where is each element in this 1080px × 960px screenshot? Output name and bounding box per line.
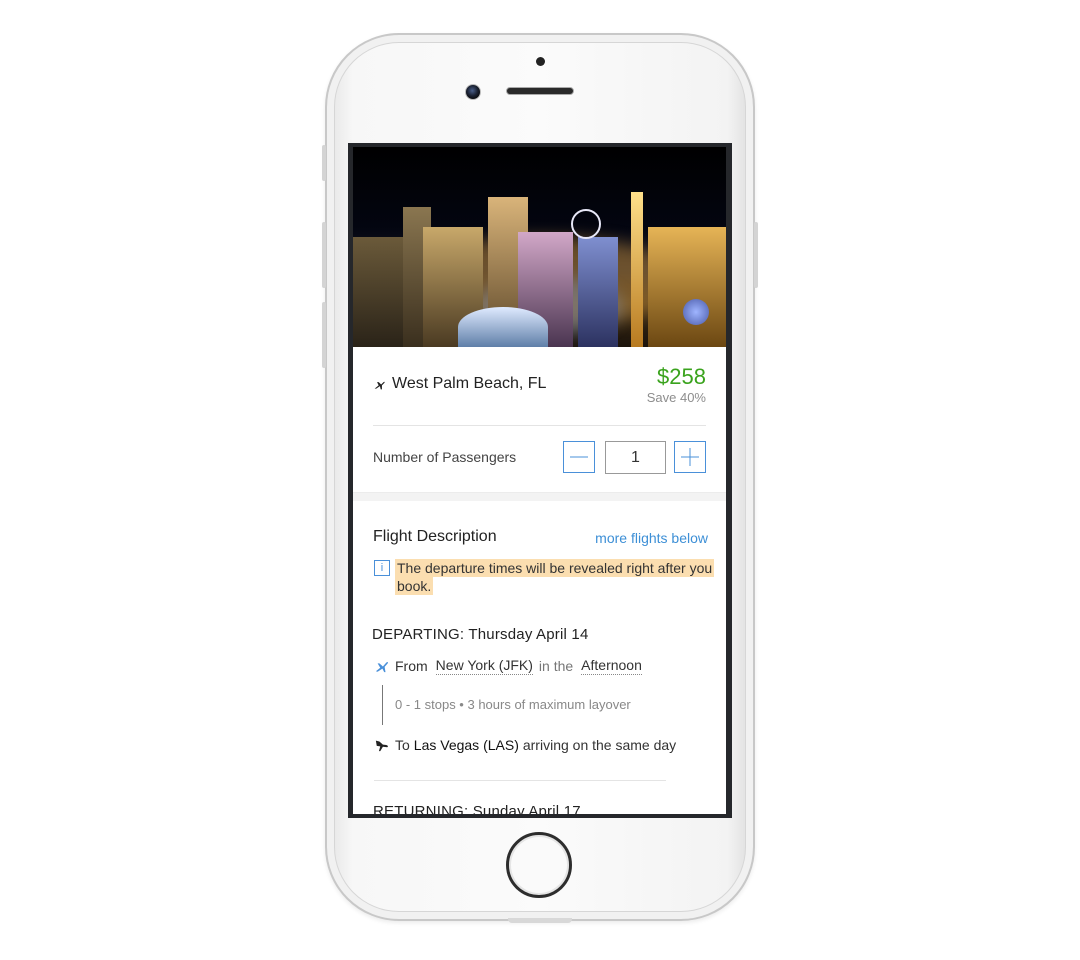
info-icon: i [374,560,390,576]
price-amount: $258 [657,364,706,389]
ferris-wheel [571,209,601,239]
destination-name: West Palm Beach, FL [392,375,547,392]
origin-row: From New York (JFK) in the Afternoon [375,657,726,675]
destination-row: To Las Vegas (LAS) arriving on the same … [375,737,726,753]
building [578,237,618,347]
minus-icon [570,456,588,458]
notice-text: The departure times will be revealed rig… [395,559,719,595]
time-of-day-select[interactable]: Afternoon [581,657,642,675]
departure-notice: i The departure times will be revealed r… [353,551,726,599]
front-camera [465,84,481,100]
more-flights-link[interactable]: more flights below [595,530,708,546]
in-the-label: in the [538,658,574,674]
tower [631,192,643,347]
stops-info: 0 - 1 stops • 3 hours of maximum layover [382,685,726,725]
passenger-count-input[interactable]: 1 [605,441,666,474]
landing-icon [375,740,388,752]
phone-screen: West Palm Beach, FL $258 Save 40% Number… [348,143,732,818]
origin-airport-select[interactable]: New York (JFK) [435,657,533,675]
section-title: Flight Description [373,528,497,545]
earpiece-speaker [506,87,574,95]
plane-icon [374,381,385,389]
mute-switch [322,145,326,181]
price-block: $258 Save 40% [647,364,706,406]
fountain [458,307,548,347]
divider [374,780,666,781]
destination-hero-image [353,147,726,347]
destination-airport: Las Vegas (LAS) [413,737,519,753]
volume-up-button [322,222,326,288]
plus-icon [681,448,699,466]
building [648,227,726,347]
home-button[interactable] [506,832,572,898]
power-button [754,222,758,288]
savings-label: Save 40% [646,390,706,405]
section-separator [353,492,726,501]
phone-bottom-edge [508,918,572,923]
volume-down-button [322,302,326,368]
increase-passengers-button[interactable] [674,441,706,473]
passenger-label: Number of Passengers [373,449,517,465]
app-viewport: West Palm Beach, FL $258 Save 40% Number… [353,147,726,814]
arrival-note: arriving on the same day [522,737,677,753]
destination-header: West Palm Beach, FL $258 Save 40% [353,347,726,425]
proximity-sensor [536,57,545,66]
takeoff-icon [375,662,388,673]
to-label: To [395,737,410,753]
decrease-passengers-button[interactable] [563,441,595,473]
departing-title: DEPARTING: Thursday April 14 [372,626,589,643]
flight-description-header: Flight Description more flights below [353,501,726,551]
passenger-selector: Number of Passengers 1 [353,426,726,492]
returning-title: RETURNING: Sunday April 17 [373,803,581,814]
notice-highlight: The departure times will be revealed rig… [395,559,715,595]
balloon [683,299,709,325]
destination-title: West Palm Beach, FL [373,375,546,393]
stops-text: 0 - 1 stops • 3 hours of maximum layover [395,697,631,712]
from-label: From [395,658,428,674]
